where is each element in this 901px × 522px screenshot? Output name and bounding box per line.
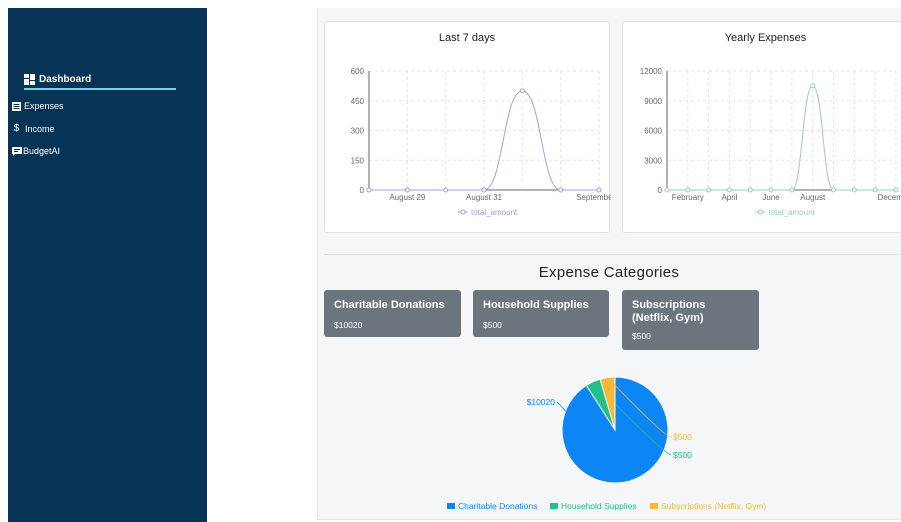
- sidebar-item-label: Income: [25, 123, 55, 134]
- x-tick-label: August 31: [466, 193, 503, 202]
- category-card[interactable]: Household Supplies $500: [473, 290, 609, 337]
- y-tick-label: 12000: [640, 67, 663, 76]
- y-tick-label: 0: [658, 186, 663, 195]
- weekly-chart-card: Last 7 days 0 150 300 450 600 August 29 August…: [324, 21, 611, 233]
- legend-label: total_amount: [769, 208, 816, 217]
- y-tick-label: 450: [351, 97, 365, 106]
- yearly-line-chart: 0 3000 6000 9000 12000 February April June Augus…: [640, 67, 901, 217]
- x-tick-label: December: [878, 193, 901, 202]
- category-card[interactable]: Subscriptions (Netflix, Gym) $500: [622, 290, 759, 350]
- legend-label: Charitable Donations: [458, 501, 538, 511]
- category-amount: $10020: [334, 320, 363, 330]
- legend-marker: [460, 209, 466, 215]
- category-name: Household Supplies: [483, 299, 589, 311]
- sidebar-item-label: Expenses: [24, 101, 64, 111]
- data-point: [481, 187, 487, 193]
- weekly-line-chart: 0 150 300 450 600 August 29 August 31 September…: [351, 67, 611, 217]
- section-divider: [324, 254, 901, 255]
- legend-label: total_amount: [471, 208, 518, 217]
- data-point: [893, 187, 899, 193]
- pie-legend-item[interactable]: Household Supplies: [550, 501, 637, 511]
- legend-swatch: [550, 503, 558, 509]
- category-pie-chart: $10020 $500 $500: [527, 376, 692, 484]
- data-point: [831, 187, 837, 193]
- category-amount: $500: [632, 331, 651, 341]
- pie-legend-item[interactable]: Subscriptions (Netflix, Gym): [650, 501, 766, 511]
- data-point: [404, 187, 410, 193]
- y-tick-label: 6000: [644, 127, 662, 136]
- category-name: Charitable Donations: [334, 299, 445, 311]
- sidebar-item-expenses[interactable]: Expenses: [12, 101, 64, 111]
- x-tick-label: June: [762, 193, 780, 202]
- y-tick-label: 150: [351, 156, 365, 165]
- y-tick-label: 300: [351, 127, 365, 136]
- sidebar-item-budgetai[interactable]: BudgetAI: [12, 146, 60, 156]
- sidebar-item-dashboard[interactable]: Dashboard: [24, 70, 176, 90]
- data-point: [789, 187, 795, 193]
- sidebar: Dashboard Expenses $ Income BudgetAI: [8, 8, 207, 522]
- category-amount: $500: [483, 320, 502, 330]
- data-point: [443, 187, 449, 193]
- y-tick-label: 600: [351, 67, 365, 76]
- pie-data-label: $10020: [527, 397, 556, 407]
- pie-data-label: $500: [673, 432, 692, 442]
- y-tick-label: 9000: [644, 97, 662, 106]
- y-tick-label: 3000: [644, 156, 662, 165]
- legend-label: Subscriptions (Netflix, Gym): [661, 501, 767, 511]
- pie-legend-item[interactable]: Charitable Donations: [447, 501, 537, 511]
- data-point: [519, 88, 525, 94]
- legend-swatch: [650, 503, 658, 509]
- data-point: [596, 187, 602, 193]
- legend-marker: [758, 209, 763, 215]
- category-card[interactable]: Charitable Donations $10020: [324, 290, 461, 337]
- data-point: [558, 187, 564, 193]
- sidebar-item-income[interactable]: $ Income: [12, 123, 55, 134]
- section-title: Expense Categories: [538, 264, 680, 281]
- data-point: [685, 187, 691, 193]
- data-point: [726, 187, 732, 193]
- list-icon: [12, 101, 21, 111]
- sidebar-item-label: BudgetAI: [23, 146, 61, 156]
- data-point: [664, 187, 670, 193]
- data-point: [706, 187, 712, 193]
- chat-icon: [12, 146, 22, 156]
- data-point: [768, 187, 774, 193]
- series-line: [667, 85, 896, 191]
- yearly-chart-card: Yearly Expenses 0 3000 6000 9000 12000 Februa…: [622, 21, 901, 233]
- legend-swatch: [447, 503, 455, 509]
- sidebar-item-label: Dashboard: [39, 73, 92, 85]
- x-tick-label: August: [800, 193, 826, 202]
- data-point: [366, 187, 372, 193]
- x-tick-label: April: [721, 193, 737, 202]
- dollar-icon: $: [13, 123, 20, 134]
- data-point: [851, 187, 857, 193]
- x-tick-label: August 29: [389, 193, 426, 202]
- data-point: [747, 187, 753, 193]
- x-tick-label: September 3: [576, 193, 611, 202]
- category-name: Subscriptions (Netflix, Gym): [632, 299, 706, 324]
- data-point: [872, 187, 878, 193]
- x-tick-label: February: [672, 193, 704, 202]
- pie-data-label: $500: [673, 450, 692, 460]
- data-point: [810, 83, 816, 89]
- grid-icon: [24, 73, 35, 85]
- legend-label: Household Supplies: [561, 501, 637, 511]
- y-tick-label: 0: [360, 186, 365, 195]
